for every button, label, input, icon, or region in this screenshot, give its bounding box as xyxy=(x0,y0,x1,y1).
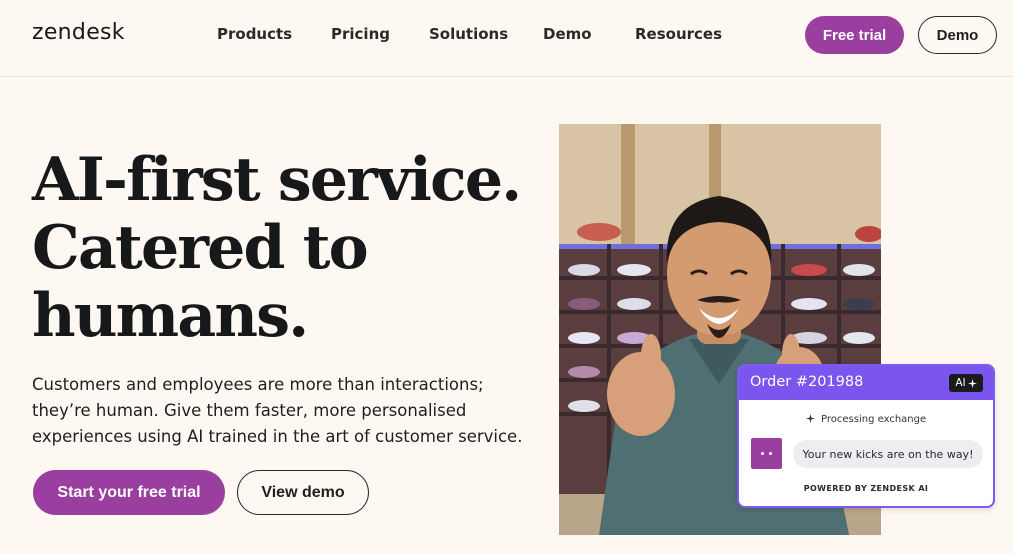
ai-badge-label: AI xyxy=(955,377,966,389)
bot-avatar-icon xyxy=(751,438,782,469)
nav-solutions[interactable]: Solutions xyxy=(429,25,508,43)
hero-description-line-1: Customers and employees are more than in… xyxy=(32,375,484,394)
processing-status: Processing exchange xyxy=(739,414,993,425)
hero-title-line-1: AI-first service. xyxy=(32,145,522,215)
hero-title-line-2: Catered to xyxy=(32,213,369,283)
free-trial-button[interactable]: Free trial xyxy=(805,16,904,54)
hero-description-line-2: they’re human. Give them faster, more pe… xyxy=(32,401,467,420)
processing-status-text: Processing exchange xyxy=(821,414,927,425)
bot-eye-left xyxy=(761,452,764,455)
ai-card-header: Order #201988 AI xyxy=(739,366,993,400)
start-free-trial-button[interactable]: Start your free trial xyxy=(33,470,225,515)
hero-title-line-3: humans. xyxy=(32,281,309,351)
nav-pricing[interactable]: Pricing xyxy=(331,25,390,43)
hero-title: AI-first service. Catered to humans. xyxy=(32,146,532,350)
ai-chat-card: Order #201988 AI Processing exchange You… xyxy=(737,364,995,508)
sparkle-icon xyxy=(967,378,977,388)
order-number: Order #201988 xyxy=(750,374,864,390)
nav-demo[interactable]: Demo xyxy=(543,25,592,43)
hero-description: Customers and employees are more than in… xyxy=(32,372,522,450)
ai-badge: AI xyxy=(949,374,983,392)
bot-eye-right xyxy=(769,452,772,455)
site-header: zendesk Products Pricing Solutions Demo … xyxy=(0,0,1013,77)
chat-message: Your new kicks are on the way! xyxy=(793,440,983,468)
demo-button[interactable]: Demo xyxy=(918,16,997,54)
hero-description-line-3: experiences using AI trained in the art … xyxy=(32,427,523,446)
powered-by-label: POWERED BY ZENDESK AI xyxy=(803,484,929,493)
view-demo-button[interactable]: View demo xyxy=(237,470,369,515)
sparkle-icon xyxy=(805,414,815,423)
nav-resources[interactable]: Resources xyxy=(635,25,722,43)
nav-products[interactable]: Products xyxy=(217,25,292,43)
